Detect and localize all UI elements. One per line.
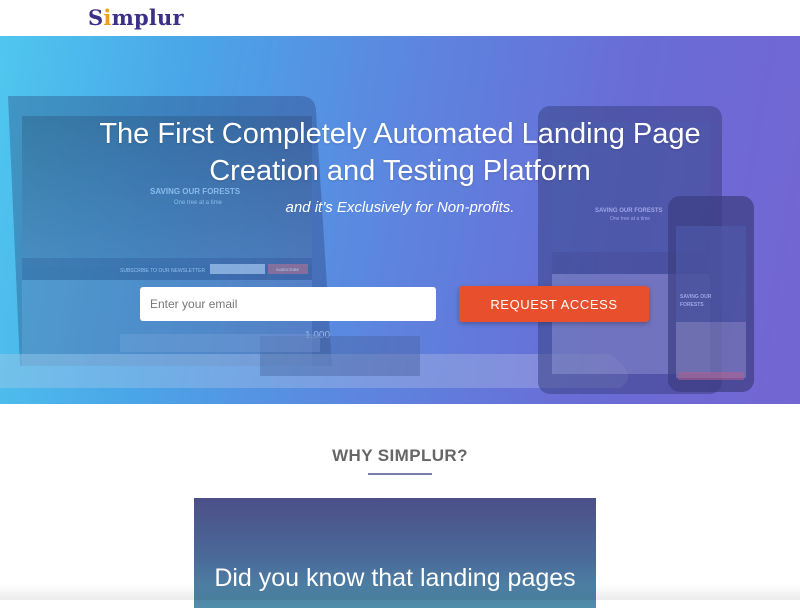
mockup-subscribe-button: SUBSCRIBE <box>276 267 299 272</box>
phone-mockup: SAVING OUR FORESTS <box>668 196 754 392</box>
mockup-newsletter-label: SUBSCRIBE TO OUR NEWSLETTER <box>120 268 205 274</box>
top-nav-bar: Simplur <box>0 0 800 36</box>
device-mockups-illustration: SAVING OUR FORESTS One tree at a time SU… <box>0 96 754 394</box>
hero-subheadline: and it’s Exclusively for Non-profits. <box>285 199 515 216</box>
request-access-button[interactable]: REQUEST ACCESS <box>459 286 649 322</box>
simplur-logo[interactable]: Simplur <box>88 3 184 33</box>
why-simplur-heading: WHY SIMPLUR? <box>332 446 468 465</box>
logo-prefix: S <box>88 5 104 30</box>
scroll-fade <box>0 584 800 600</box>
section-divider <box>368 473 432 475</box>
hero-headline: The First Completely Automated Landing P… <box>99 118 701 187</box>
svg-text:FORESTS: FORESTS <box>680 302 704 308</box>
logo-i-accent: i <box>103 5 112 30</box>
logo-suffix: mplur <box>111 5 184 30</box>
email-input[interactable] <box>140 287 436 321</box>
hero-section: SAVING OUR FORESTS One tree at a time SU… <box>0 36 800 404</box>
svg-text:SAVING OUR: SAVING OUR <box>680 294 712 300</box>
